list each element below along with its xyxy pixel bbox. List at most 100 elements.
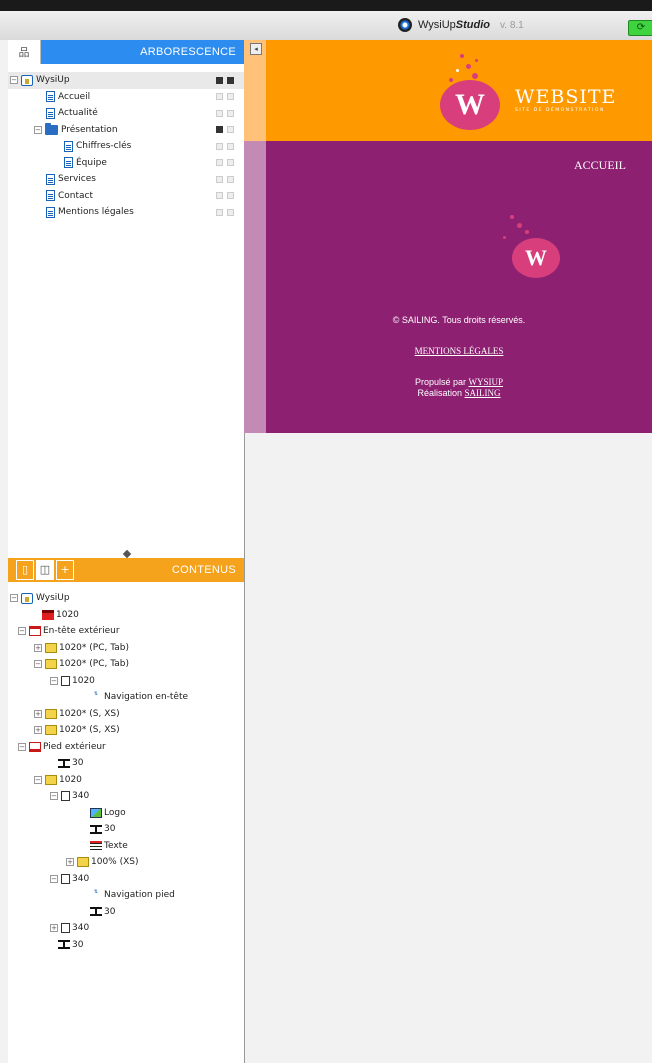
expand-toggle[interactable]: + (34, 709, 42, 718)
tree-item-6[interactable]: Contact (8, 188, 244, 205)
tab-layout[interactable]: ◫ (36, 560, 54, 580)
sailing-link[interactable]: SAILING (465, 388, 501, 398)
content-item-11[interactable]: − 340 (8, 788, 244, 805)
tree-item-label: Chiffres-clés (76, 141, 132, 152)
collapse-panel-button[interactable]: ◂ (250, 43, 262, 55)
tab-page-content[interactable]: ▯ (16, 560, 34, 580)
content-root-label: WysiUp (36, 593, 70, 604)
collapse-toggle[interactable]: − (34, 660, 42, 669)
content-item-label: 1020 (56, 609, 79, 620)
content-item-4[interactable]: − 1020 (8, 673, 244, 690)
menu-toggle[interactable] (227, 109, 234, 117)
expand-toggle[interactable]: + (34, 726, 42, 735)
collapse-toggle[interactable]: − (10, 594, 18, 603)
visible-toggle[interactable] (216, 159, 223, 167)
visible-toggle[interactable] (216, 208, 223, 216)
visible-toggle[interactable] (216, 175, 223, 183)
content-item-19[interactable]: +340 (8, 920, 244, 937)
tree-item-3[interactable]: Chiffres-clés (8, 138, 244, 155)
collapse-toggle[interactable]: − (34, 125, 42, 134)
left-panel: 品 ARBORESCENCE − WysiUp Accueil Actualité… (8, 40, 245, 1063)
tree-item-7[interactable]: Mentions légales (8, 204, 244, 221)
tree-item-label: Contact (58, 190, 94, 201)
expand-toggle[interactable]: + (66, 858, 74, 867)
menu-toggle[interactable] (227, 159, 234, 167)
expand-toggle[interactable]: + (50, 924, 58, 933)
content-item-16[interactable]: − 340 (8, 871, 244, 888)
spacer-icon (58, 940, 70, 950)
w-footer-logo-icon: W (512, 238, 560, 278)
panel-resize-handle[interactable] (122, 549, 132, 559)
content-item-label: Navigation pied (104, 890, 175, 901)
collapse-toggle[interactable]: − (50, 676, 58, 685)
hierarchy-icon: 品 (18, 46, 30, 59)
collapse-toggle[interactable]: − (18, 742, 26, 751)
tree-item-label: Actualité (58, 108, 98, 119)
content-item-label: 100% (XS) (91, 857, 139, 868)
visible-toggle[interactable] (216, 93, 223, 101)
visible-toggle[interactable] (216, 76, 223, 84)
tab-add[interactable]: + (56, 560, 74, 580)
menu-toggle[interactable] (227, 192, 234, 200)
content-item-6[interactable]: +1020* (S, XS) (8, 706, 244, 723)
content-item-5[interactable]: ⇅ Navigation en-tête (8, 689, 244, 706)
content-item-13[interactable]: 30 (8, 821, 244, 838)
tree-item-4[interactable]: Équipe (8, 155, 244, 172)
site-name: WEBSITE (515, 86, 617, 108)
content-item-14[interactable]: Texte (8, 838, 244, 855)
collapse-toggle[interactable]: − (34, 775, 42, 784)
navigation-icon: ⇅ (93, 690, 99, 697)
grid-icon (45, 725, 57, 736)
content-panel-header: ▯ ◫ + CONTENUS (8, 558, 244, 582)
menu-toggle[interactable] (227, 175, 234, 183)
content-item-label: 1020* (S, XS) (59, 708, 120, 719)
content-item-label: Navigation en-tête (104, 692, 189, 703)
visible-toggle[interactable] (216, 126, 223, 134)
tree-item-1[interactable]: Actualité (8, 105, 244, 122)
site-preview: ◂ W WEBSITE SITE DE DÉMONSTRATION ACCUEI… (244, 40, 652, 433)
content-item-7[interactable]: +1020* (S, XS) (8, 722, 244, 739)
content-item-0[interactable]: 1020 (8, 607, 244, 624)
collapse-toggle[interactable]: − (18, 627, 26, 636)
content-item-1[interactable]: − En-tête extérieur (8, 623, 244, 640)
content-item-label: Texte (104, 840, 128, 851)
tree-item-2[interactable]: − Présentation (8, 122, 244, 139)
wysiup-link[interactable]: WYSIUP (469, 377, 504, 387)
content-item-18[interactable]: 30 (8, 904, 244, 921)
menu-toggle[interactable] (227, 208, 234, 216)
content-item-3[interactable]: − 1020* (PC, Tab) (8, 656, 244, 673)
red-block-icon (42, 609, 54, 620)
content-item-10[interactable]: − 1020 (8, 772, 244, 789)
content-item-17[interactable]: ⇅ Navigation pied (8, 887, 244, 904)
content-item-2[interactable]: +1020* (PC, Tab) (8, 640, 244, 657)
tree-root[interactable]: − WysiUp (8, 72, 244, 89)
footer-copyright: © SAILING. Tous droits réservés. (392, 315, 526, 325)
visible-toggle[interactable] (216, 192, 223, 200)
content-item-label: Pied extérieur (43, 741, 106, 752)
menu-toggle[interactable] (227, 93, 234, 101)
row-actions (216, 175, 234, 183)
sync-button[interactable]: ⟳ (628, 20, 652, 36)
content-item-label: Logo (104, 807, 126, 818)
content-item-8[interactable]: − Pied extérieur (8, 739, 244, 756)
spacer-icon (58, 758, 70, 768)
legal-link[interactable]: MENTIONS LÉGALES (266, 346, 652, 356)
collapse-toggle[interactable]: − (50, 792, 58, 801)
visible-toggle[interactable] (216, 109, 223, 117)
tree-tab[interactable]: 品 (8, 40, 41, 64)
menu-toggle[interactable] (227, 142, 234, 150)
expand-toggle[interactable]: + (34, 643, 42, 652)
collapse-toggle[interactable]: − (50, 874, 58, 883)
menu-toggle[interactable] (227, 76, 234, 84)
content-item-12[interactable]: Logo (8, 805, 244, 822)
collapse-toggle[interactable]: − (10, 76, 18, 85)
tree-item-5[interactable]: Services (8, 171, 244, 188)
column-icon (61, 923, 70, 934)
content-item-9[interactable]: 30 (8, 755, 244, 772)
tree-item-0[interactable]: Accueil (8, 89, 244, 106)
menu-toggle[interactable] (227, 126, 234, 134)
content-root[interactable]: − WysiUp (8, 590, 244, 607)
content-item-15[interactable]: +100% (XS) (8, 854, 244, 871)
visible-toggle[interactable] (216, 142, 223, 150)
content-item-20[interactable]: 30 (8, 937, 244, 954)
